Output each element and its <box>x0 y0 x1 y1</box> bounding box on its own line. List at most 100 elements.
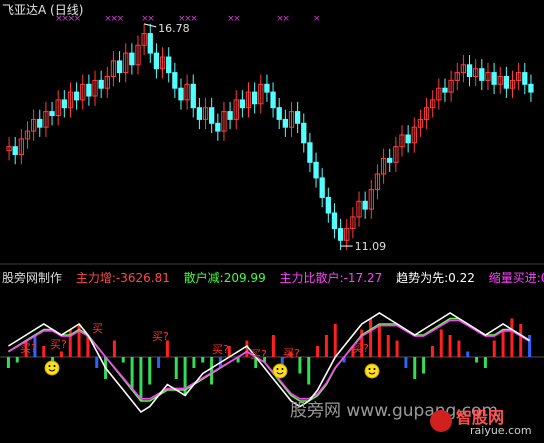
candle-body <box>405 134 411 144</box>
top-marker: × <box>117 14 125 24</box>
candle-body <box>129 52 135 66</box>
candle-body <box>362 200 368 210</box>
candle-body <box>466 64 473 78</box>
candle-body <box>61 99 67 109</box>
candle-body <box>147 33 153 54</box>
stock-chart: ×××× ××× ×× ××× ×× ×× × 16.7811.09 买? 买?买买?买? 买?… <box>0 14 544 414</box>
indicator-ratio: 主力比散户:-17.27 <box>279 271 383 285</box>
indicator-bar <box>501 329 505 357</box>
candle-body <box>73 91 80 101</box>
indicator-main-force: 主力增:-3626.81 <box>75 271 170 285</box>
buy-signal-mark: 买? <box>20 342 37 355</box>
smiley-icon <box>272 363 288 379</box>
top-marker: × <box>147 14 155 24</box>
indicator-bar <box>192 357 196 368</box>
candle-body <box>227 111 233 120</box>
chart-title: 飞亚达A (日线) <box>2 3 84 17</box>
candle-body <box>282 118 288 128</box>
indicator-bar <box>386 335 390 357</box>
smiley-eye <box>373 368 376 370</box>
buy-signal-mark: 买? <box>50 338 67 351</box>
buy-signal-mark: 买? <box>152 330 169 343</box>
indicator-bar <box>422 357 426 374</box>
watermark-logo <box>430 410 452 432</box>
top-marker: × <box>233 14 241 24</box>
candle-body <box>215 122 221 132</box>
candle-body <box>196 107 203 120</box>
smiley-eye <box>281 368 284 370</box>
candle-body <box>301 122 307 144</box>
smiley-icon <box>364 363 380 379</box>
indicator-bar <box>157 357 161 368</box>
candle-body <box>491 72 497 85</box>
indicator-bar <box>466 351 470 357</box>
candle-body <box>294 111 301 124</box>
indicator-bar <box>316 346 320 357</box>
indicator-bar <box>404 357 408 368</box>
indicator-bar <box>475 357 479 363</box>
indicator-bar <box>307 357 311 385</box>
candle-body <box>331 212 338 230</box>
candle-body <box>307 142 313 163</box>
indicator-bar <box>15 357 19 363</box>
indicator-bar <box>510 318 514 357</box>
indicator-bar <box>121 357 125 363</box>
indicator-bar <box>59 351 63 357</box>
indicator-bar <box>6 357 10 368</box>
candle-body <box>178 87 184 101</box>
candle-body <box>313 161 319 179</box>
candle-body <box>442 87 448 93</box>
candle-body <box>319 177 325 198</box>
indicator-bar <box>139 357 143 401</box>
candle-body <box>86 83 92 97</box>
indicator-legend: 股旁网制作 主力增:-3626.81 散户减:209.99 主力比散户:-17.… <box>2 269 544 286</box>
indicator-bar <box>413 357 417 379</box>
candle-body <box>325 196 331 214</box>
candle-body <box>239 99 246 109</box>
smiley-eye <box>53 365 56 367</box>
indicator-retail: 散户减:209.99 <box>183 271 266 285</box>
candle-body <box>190 83 196 109</box>
buy-signal-mark: 买? <box>212 343 229 356</box>
indicator-bar <box>519 324 523 357</box>
indicator-line-green <box>7 317 531 402</box>
indicator-bar <box>130 357 134 390</box>
smiley-eye <box>48 365 51 367</box>
indicator-bar <box>395 340 399 357</box>
indicator-bar <box>210 357 214 385</box>
candle-body <box>172 72 178 89</box>
indicator-bar <box>448 335 452 357</box>
indicator-bar <box>271 335 275 357</box>
indicator-bar <box>430 346 434 357</box>
price-candles <box>6 23 534 251</box>
indicator-buy: 缩量买进:0.31 <box>488 271 544 285</box>
candle-body <box>98 79 104 89</box>
candle-body <box>528 83 534 93</box>
buy-signal-mark: 买? <box>352 342 369 355</box>
indicator-bar <box>369 318 373 357</box>
price-labels: 16.78 11.09 <box>144 22 386 253</box>
buy-signal-mark: 买 <box>92 322 103 335</box>
indicator-bar <box>112 340 116 357</box>
candle-body <box>387 157 393 163</box>
watermark-right-bottom: raiyue.com <box>470 424 532 437</box>
low-label: 11.09 <box>355 240 387 253</box>
smiley-eye <box>368 368 371 370</box>
indicator-bar <box>42 346 46 357</box>
top-marker: × <box>313 14 321 24</box>
indicator-bar <box>483 357 487 368</box>
candle-body <box>209 107 215 124</box>
candle-body <box>337 228 344 241</box>
buy-signal-mark: 买? <box>283 347 300 360</box>
candle-body <box>166 56 172 74</box>
smiley-eye <box>276 368 279 370</box>
candle-body <box>522 72 528 85</box>
candle-body <box>479 68 485 81</box>
indicator-bar <box>457 340 461 357</box>
indicator-bar <box>148 357 152 385</box>
candle-body <box>37 118 43 128</box>
indicator-bar <box>174 357 178 379</box>
indicator-bar <box>95 357 99 368</box>
indicator-bar <box>528 335 532 357</box>
candle-body <box>116 60 123 74</box>
